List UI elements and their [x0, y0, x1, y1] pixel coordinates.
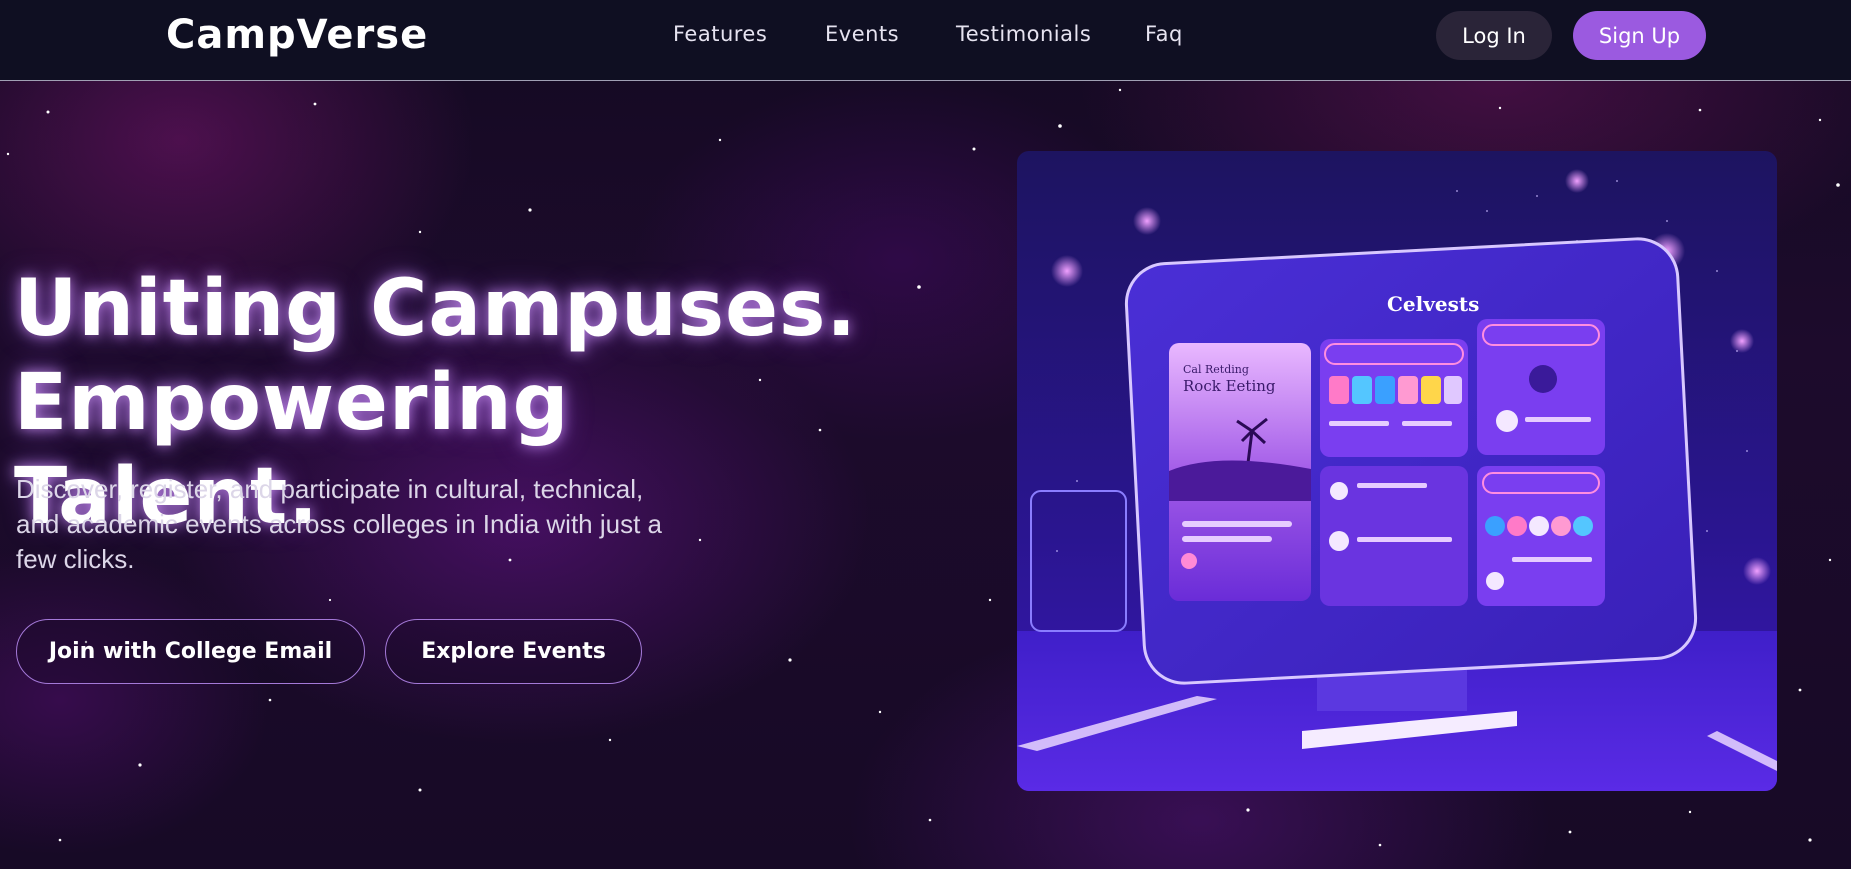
signup-button[interactable]: Sign Up	[1573, 11, 1706, 60]
nav-link-testimonials[interactable]: Testimonials	[956, 22, 1091, 46]
top-navbar: CampVerse Features Events Testimonials F…	[0, 0, 1851, 81]
nav-link-faq[interactable]: Faq	[1145, 22, 1183, 46]
card-kicker: Cal Retding	[1183, 363, 1249, 376]
nav-link-events[interactable]: Events	[825, 22, 899, 46]
hero-description: Discover, register, and participate in c…	[16, 474, 663, 574]
nav-link-features[interactable]: Features	[673, 22, 767, 46]
login-button[interactable]: Log In	[1436, 11, 1552, 60]
card-title: Rock Eeting	[1183, 377, 1276, 395]
brand-logo[interactable]: CampVerse	[166, 12, 428, 58]
screen-title: Celvests	[1387, 292, 1479, 316]
hero-illustration: Celvests Cal Retding Rock Eeting	[1017, 151, 1777, 791]
explore-events-button[interactable]: Explore Events	[385, 619, 642, 684]
join-college-email-button[interactable]: Join with College Email	[16, 619, 365, 684]
hero-title-line-1: Uniting Campuses.	[14, 264, 858, 354]
